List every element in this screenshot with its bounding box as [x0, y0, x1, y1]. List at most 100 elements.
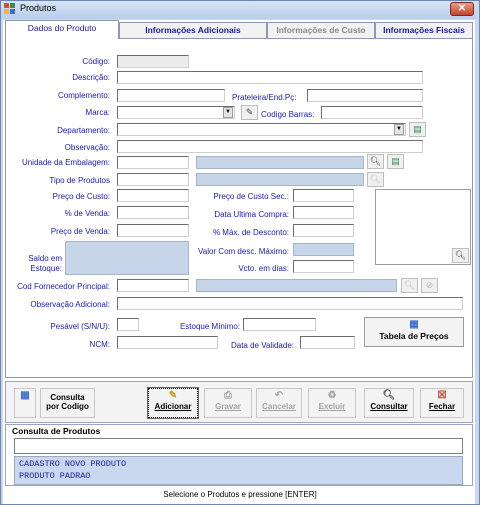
- pct-venda-field[interactable]: [117, 206, 189, 219]
- codigo-barras-label: Codigo Barras:: [261, 110, 315, 119]
- grid-icon: ▦: [409, 319, 419, 330]
- fornecedor-link-icon[interactable]: ⊘: [421, 278, 438, 293]
- image-search-icon[interactable]: 🔍︎: [452, 248, 469, 263]
- tipo-produtos-label: Tipo de Produtos: [49, 176, 110, 185]
- vcto-dias-label: Vcto. em dias:: [238, 264, 289, 273]
- marca-label: Marca:: [85, 108, 110, 117]
- ncm-label: NCM:: [89, 340, 110, 349]
- preco-custo-sec-label: Preço de Custo Sec.:: [213, 192, 289, 201]
- cancelar-button[interactable]: ↶ Cancelar: [256, 388, 302, 418]
- preco-custo-label: Preço de Custo:: [52, 192, 110, 201]
- consulta-title: Consulta de Produtos: [12, 426, 101, 436]
- codigo-barras-field[interactable]: [321, 106, 423, 119]
- tab-informacoes-adicionais[interactable]: Informações Adicionais: [119, 22, 267, 38]
- valor-com-desc-field: [293, 243, 354, 256]
- tab-informacoes-de-custo[interactable]: Informações de Custo: [267, 22, 375, 38]
- departamento-dropdown-icon[interactable]: ▼: [394, 124, 404, 135]
- pct-max-desconto-field[interactable]: [293, 224, 354, 237]
- vcto-dias-field[interactable]: [293, 260, 354, 273]
- excluir-button[interactable]: ♻ Excluir: [308, 388, 356, 418]
- consulta-search-input[interactable]: [14, 438, 463, 454]
- data-ultima-compra-field[interactable]: [293, 206, 354, 219]
- gravar-label: Gravar: [215, 402, 241, 411]
- complemento-label: Complemento:: [57, 91, 110, 100]
- status-text: Selecione o Produtos e pressione [ENTER]: [163, 490, 317, 499]
- tipo-produtos-field[interactable]: [117, 173, 189, 186]
- valor-com-desc-label: Valor Com desc. Máximo:: [198, 247, 289, 256]
- close-icon: ✕: [457, 3, 467, 14]
- grid-view-button[interactable]: ▦: [14, 388, 36, 418]
- unidade-embalagem-field[interactable]: [117, 156, 189, 169]
- observacao-label: Observação:: [64, 143, 110, 152]
- departamento-label: Departamento:: [57, 126, 110, 135]
- saldo-estoque-label-1: Saldo em: [28, 254, 62, 263]
- adicionar-label: Adicionar: [154, 402, 192, 411]
- complemento-field[interactable]: [117, 89, 225, 102]
- pct-venda-label: % de Venda:: [64, 209, 110, 218]
- list-item[interactable]: PRODUTO PADRAO: [19, 471, 90, 481]
- close-button[interactable]: ✕: [450, 2, 474, 16]
- consulta-por-codigo-button[interactable]: Consulta por Codigo: [40, 388, 95, 418]
- fornecedor-search-icon[interactable]: 🔍︎: [401, 278, 418, 293]
- consulta-results-list[interactable]: CADASTRO NOVO PRODUTO PRODUTO PADRAO: [14, 456, 463, 485]
- pesavel-field[interactable]: [117, 318, 139, 331]
- data-ultima-compra-label: Data Ultima Compra:: [214, 210, 289, 219]
- descricao-field[interactable]: [117, 71, 423, 84]
- fechar-button[interactable]: ☒ Fechar: [420, 388, 464, 418]
- unidade-embalagem-label: Unidade da Embalagem:: [21, 158, 110, 167]
- codigo-label: Código:: [82, 57, 110, 66]
- pct-max-desconto-label: % Máx. de Desconto:: [212, 228, 289, 237]
- unidade-search-icon[interactable]: 🔍︎: [367, 154, 384, 169]
- consulta-codigo-line2: por Codigo: [46, 402, 89, 411]
- preco-custo-field[interactable]: [117, 189, 189, 202]
- excluir-label: Excluir: [318, 402, 346, 411]
- descricao-label: Descrição:: [72, 73, 110, 82]
- tab-dados-do-produto[interactable]: Dados do Produto: [5, 20, 119, 39]
- codigo-field[interactable]: [117, 55, 189, 68]
- app-icon: [4, 3, 16, 15]
- saldo-estoque-field: [65, 241, 189, 275]
- preco-custo-sec-field[interactable]: [293, 189, 354, 202]
- cod-fornecedor-desc: [196, 279, 397, 292]
- cancelar-label: Cancelar: [262, 402, 296, 411]
- observacao-field[interactable]: [117, 140, 423, 153]
- estoque-minimo-label: Estoque Mínimo:: [179, 322, 240, 331]
- observacao-adicional-label: Observação Adicional:: [30, 300, 110, 309]
- data-validade-field[interactable]: [300, 336, 355, 349]
- adicionar-button[interactable]: ✎ Adicionar: [147, 387, 199, 419]
- consultar-button[interactable]: 🔍︎ Consultar: [364, 388, 414, 418]
- ncm-field[interactable]: [117, 336, 218, 349]
- save-icon: ⎙: [224, 390, 232, 401]
- recycle-icon: ♻: [327, 390, 337, 401]
- marca-dropdown-icon[interactable]: ▼: [223, 107, 233, 118]
- data-validade-label: Data de Validade:: [230, 341, 294, 350]
- tabela-precos-button[interactable]: ▦ Tabela de Preços: [364, 317, 464, 347]
- estoque-minimo-field[interactable]: [243, 318, 316, 331]
- marca-add-record-icon[interactable]: ✎: [241, 105, 258, 120]
- unidade-add-record-icon[interactable]: ▤: [387, 154, 404, 169]
- marca-select[interactable]: [117, 106, 235, 119]
- cod-fornecedor-field[interactable]: [117, 279, 189, 292]
- tab-informacoes-fiscais[interactable]: Informações Fiscais: [375, 22, 473, 38]
- grid-icon: ▦: [20, 390, 30, 401]
- tipo-produtos-desc: [196, 173, 364, 186]
- list-item[interactable]: CADASTRO NOVO PRODUTO: [19, 459, 126, 469]
- gravar-button[interactable]: ⎙ Gravar: [204, 388, 252, 418]
- departamento-add-record-icon[interactable]: ▤: [409, 122, 426, 137]
- pesavel-label: Pesável (S/N/U):: [50, 322, 110, 331]
- search-icon: 🔍︎: [382, 390, 396, 401]
- tipo-search-icon[interactable]: 🔍︎: [367, 172, 384, 187]
- observacao-adicional-field[interactable]: [117, 297, 463, 310]
- window-title: Produtos: [20, 3, 57, 13]
- delete-icon: ☒: [437, 390, 447, 401]
- cod-fornecedor-label: Cod Fornecedor Principal:: [17, 282, 110, 291]
- departamento-select[interactable]: [117, 123, 406, 136]
- prateleira-label: Prateleira/End.Pç:: [232, 93, 297, 102]
- consultar-label: Consultar: [370, 402, 408, 411]
- prateleira-field[interactable]: [307, 89, 423, 102]
- title-bar: [1, 1, 477, 19]
- undo-icon: ↶: [274, 390, 284, 401]
- tabela-precos-label: Tabela de Preços: [379, 331, 449, 341]
- unidade-embalagem-desc: [196, 156, 364, 169]
- preco-venda-field[interactable]: [117, 224, 189, 237]
